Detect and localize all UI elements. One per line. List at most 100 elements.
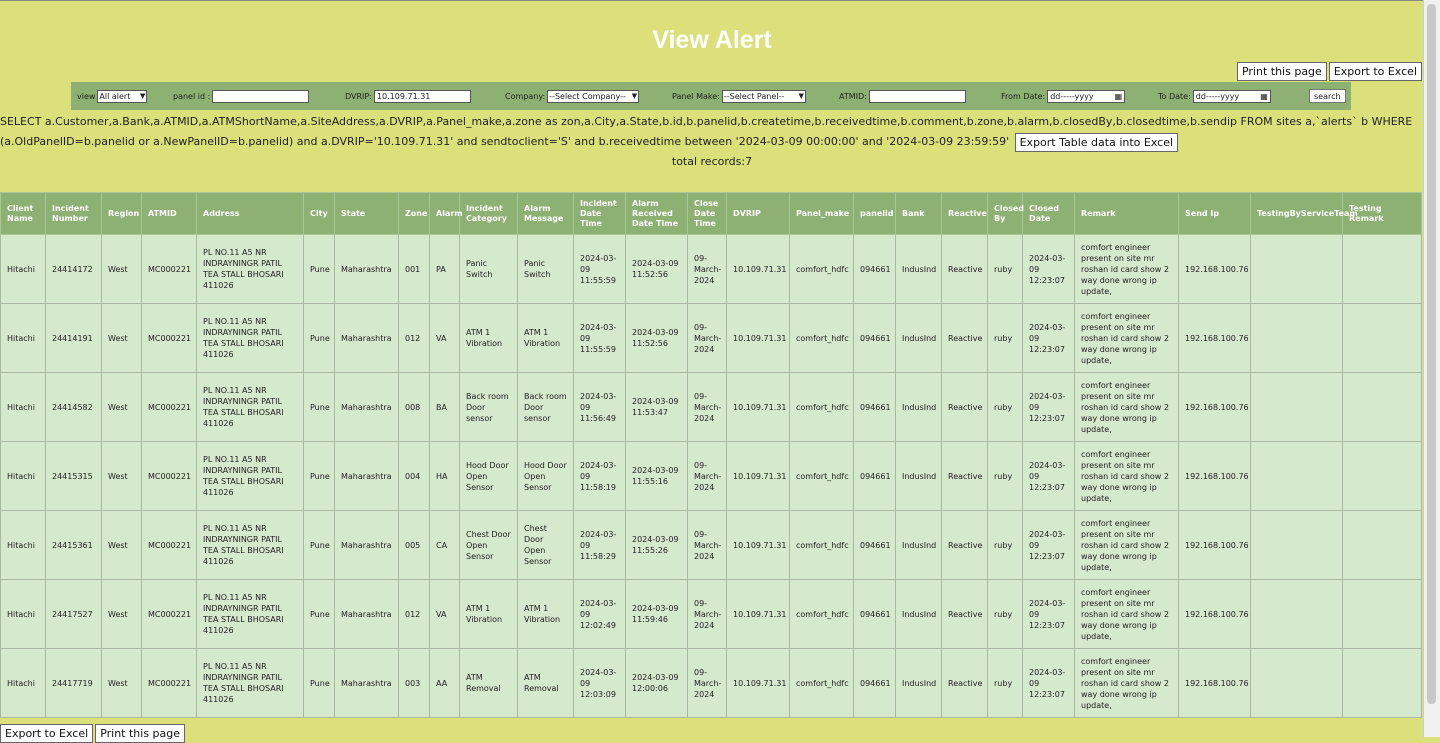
column-header: Alarm Message (517, 192, 574, 235)
table-cell: Hitachi (0, 303, 46, 373)
table-cell: Panic Switch (459, 234, 518, 304)
column-header: panelid (853, 192, 896, 235)
export-excel-button-bottom[interactable]: Export to Excel (0, 724, 94, 743)
view-select[interactable]: All alert ▼ (97, 89, 148, 103)
table-row: Hitachi 24417527 West MC000221 PL NO.11 A5 N… (0, 579, 1422, 649)
table-cell (1342, 372, 1422, 442)
table-cell: Pune (303, 648, 335, 718)
table-cell: West (101, 648, 142, 718)
print-page-button[interactable]: Print this page (1236, 62, 1327, 81)
atmid-filter: ATMID: (839, 82, 1001, 110)
table-cell: ruby (987, 441, 1023, 511)
table-cell: ATM 1 Vibration (459, 579, 518, 649)
export-table-button[interactable]: Export Table data into Excel (1014, 132, 1179, 152)
table-cell: 094661 (853, 510, 896, 580)
table-cell: 2024-03-09 11:55:16 (625, 441, 688, 511)
table-cell: 2024-03-09 12:23:07 (1022, 510, 1075, 580)
table-cell: 192.168.100.76 (1178, 234, 1251, 304)
table-cell: 192.168.100.76 (1178, 510, 1251, 580)
table-cell: 005 (398, 510, 430, 580)
table-cell: comfort engineer present on site mr rosh… (1074, 579, 1179, 649)
to-date-input[interactable]: dd-----yyyy ▦ (1192, 89, 1271, 103)
table-cell: ATM 1 Vibration (459, 303, 518, 373)
table-cell (1342, 579, 1422, 649)
column-header: Address (196, 192, 304, 235)
table-cell: IndusInd (895, 303, 942, 373)
table-cell: PL NO.11 A5 NR INDRAYNINGR PATIL TEA STA… (196, 303, 304, 373)
table-cell: Maharashtra (334, 372, 399, 442)
table-cell: ruby (987, 510, 1023, 580)
table-cell: Hitachi (0, 441, 46, 511)
table-cell: 24415361 (45, 510, 102, 580)
export-excel-button[interactable]: Export to Excel (1328, 62, 1422, 81)
calendar-icon[interactable]: ▦ (1260, 92, 1268, 101)
table-cell: Maharashtra (334, 648, 399, 718)
table-cell (1342, 510, 1422, 580)
table-cell (1250, 441, 1343, 511)
company-filter: Company: --Select Company-- ▼ (505, 82, 672, 110)
print-page-button-bottom[interactable]: Print this page (95, 724, 186, 743)
company-label: Company: (505, 91, 546, 101)
table-cell: 094661 (853, 303, 896, 373)
table-cell: MC000221 (141, 372, 197, 442)
table-row: Hitachi 24415361 West MC000221 PL NO.11 A5 N… (0, 510, 1422, 580)
table-cell: MC000221 (141, 303, 197, 373)
table-cell (1250, 510, 1343, 580)
table-cell: Hitachi (0, 234, 46, 304)
table-cell: Pune (303, 234, 335, 304)
company-select[interactable]: --Select Company-- ▼ (547, 89, 640, 103)
table-cell: 094661 (853, 648, 896, 718)
table-cell: 2024-03-09 11:52:56 (625, 303, 688, 373)
table-cell: Chest Door Open Sensor (517, 510, 574, 580)
table-cell: comfort_hdfc (789, 372, 854, 442)
table-cell: Maharashtra (334, 510, 399, 580)
table-cell: Hitachi (0, 579, 46, 649)
table-cell: 2024-03-09 11:55:59 (573, 234, 626, 304)
table-cell: MC000221 (141, 234, 197, 304)
table-cell: 24414582 (45, 372, 102, 442)
vertical-scrollbar[interactable] (1423, 0, 1440, 737)
view-filter: view All alert ▼ (77, 82, 173, 110)
table-cell: 192.168.100.76 (1178, 303, 1251, 373)
table-cell: Back room Door sensor (459, 372, 518, 442)
table-cell: comfort_hdfc (789, 579, 854, 649)
atmid-input[interactable] (868, 89, 966, 103)
table-cell: 2024-03-09 12:23:07 (1022, 579, 1075, 649)
window-top-border (0, 0, 1424, 1)
table-cell: 2024-03-09 11:55:26 (625, 510, 688, 580)
table-cell: comfort_hdfc (789, 441, 854, 511)
table-cell (1250, 648, 1343, 718)
table-row: Hitachi 24414191 West MC000221 PL NO.11 A5 N… (0, 303, 1422, 373)
column-header: Reactive (941, 192, 988, 235)
panel-id-input[interactable] (212, 89, 310, 103)
from-date-value: dd-----yyyy (1050, 91, 1094, 101)
table-cell: comfort engineer present on site mr rosh… (1074, 441, 1179, 511)
search-button[interactable]: search (1309, 89, 1346, 103)
from-date-input[interactable]: dd-----yyyy ▦ (1047, 89, 1126, 103)
table-cell: 2024-03-09 11:58:29 (573, 510, 626, 580)
table-cell: comfort_hdfc (789, 234, 854, 304)
dvrip-input[interactable]: 10.109.71.31 (373, 89, 471, 103)
chevron-down-icon: ▼ (798, 92, 804, 100)
table-cell: Hitachi (0, 510, 46, 580)
table-cell (1342, 648, 1422, 718)
column-header: Closed By (987, 192, 1024, 235)
table-cell (1342, 441, 1422, 511)
table-cell: Pune (303, 579, 335, 649)
table-cell (1250, 579, 1343, 649)
panel-make-select[interactable]: --Select Panel-- ▼ (721, 89, 806, 103)
table-cell: ATM 1 Vibration (517, 303, 574, 373)
table-cell: MC000221 (141, 579, 197, 649)
table-cell: VA (429, 579, 460, 649)
view-select-value: All alert (99, 91, 131, 101)
column-header: ATMID (141, 192, 197, 235)
calendar-icon[interactable]: ▦ (1115, 92, 1123, 101)
table-cell: 09-March-2024 (687, 441, 727, 511)
table-cell: 09-March-2024 (687, 234, 727, 304)
table-cell: MC000221 (141, 648, 197, 718)
table-cell: MC000221 (141, 441, 197, 511)
table-cell (1342, 303, 1422, 373)
table-cell: 192.168.100.76 (1178, 648, 1251, 718)
scrollbar-thumb[interactable] (1427, 4, 1436, 704)
table-cell: 2024-03-09 11:56:49 (573, 372, 626, 442)
